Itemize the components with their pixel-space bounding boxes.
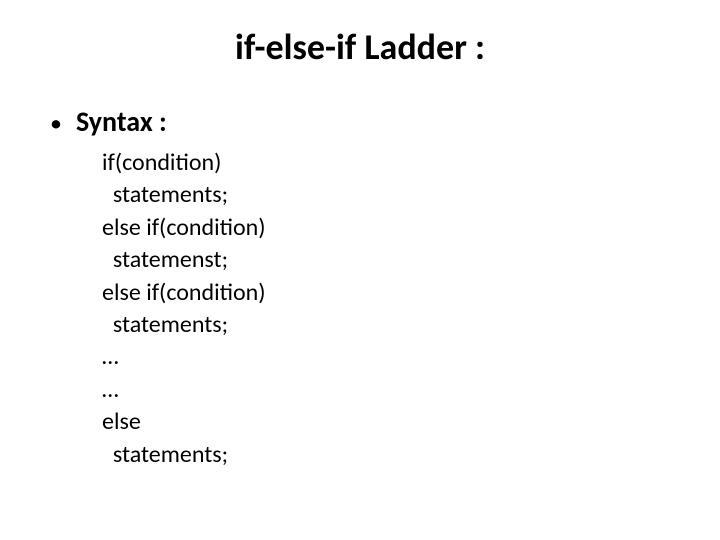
code-line: statements; xyxy=(102,439,670,471)
code-line: if(condition) xyxy=(102,147,670,179)
bullet-item: • Syntax : xyxy=(50,104,670,139)
bullet-label: Syntax : xyxy=(76,104,167,139)
code-line: else if(condition) xyxy=(102,277,670,309)
slide-title: if-else-if Ladder : xyxy=(50,25,670,69)
bullet-marker: • xyxy=(50,112,62,136)
code-line: statements; xyxy=(102,309,670,341)
code-line: else if(condition) xyxy=(102,212,670,244)
code-line: … xyxy=(102,341,670,373)
code-line: statemenst; xyxy=(102,244,670,276)
code-line: … xyxy=(102,374,670,406)
code-line: else xyxy=(102,406,670,438)
code-block: if(condition) statements; else if(condit… xyxy=(102,147,670,471)
code-line: statements; xyxy=(102,179,670,211)
